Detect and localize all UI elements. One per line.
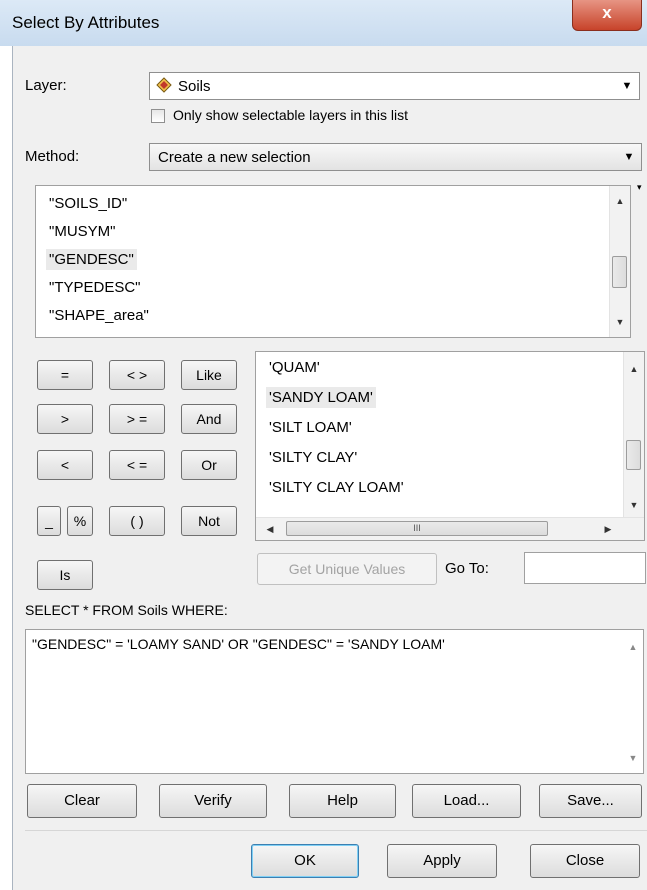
goto-label: Go To: [445, 560, 489, 577]
underscore-button[interactable]: _ [37, 506, 61, 536]
chevron-down-icon: ▼ [623, 151, 635, 163]
parentheses-button[interactable]: ( ) [109, 506, 165, 536]
fields-scrollbar[interactable]: ▲ ▼ [609, 186, 630, 337]
values-list[interactable]: 'QUAM' 'SANDY LOAM' 'SILT LOAM' 'SILTY C… [255, 351, 645, 541]
and-button[interactable]: And [181, 404, 237, 434]
greater-equal-button[interactable]: > = [109, 404, 165, 434]
value-item[interactable]: 'QUAM' [266, 357, 323, 378]
fields-list[interactable]: "SOILS_ID" "MUSYM" "GENDESC" "TYPEDESC" … [35, 185, 631, 338]
title-bar: Select By Attributes x [0, 0, 647, 46]
scroll-up-icon[interactable]: ▲ [624, 360, 644, 378]
layer-dropdown[interactable]: Soils ▼ [149, 72, 640, 100]
apply-button[interactable]: Apply [387, 844, 497, 878]
layer-value: Soils [178, 78, 211, 95]
method-dropdown[interactable]: Create a new selection ▼ [149, 143, 642, 171]
help-button[interactable]: Help [289, 784, 396, 818]
query-expression-box[interactable]: "GENDESC" = 'LOAMY SAND' OR "GENDESC" = … [25, 629, 644, 774]
field-item[interactable]: "SOILS_ID" [46, 193, 130, 214]
values-hscrollbar[interactable]: ◀ III ▶ [256, 517, 644, 540]
goto-input[interactable] [524, 552, 646, 584]
value-item[interactable]: 'SILTY CLAY LOAM' [266, 477, 407, 498]
equals-button[interactable]: = [37, 360, 93, 390]
field-item[interactable]: "SHAPE_area" [46, 305, 152, 326]
not-button[interactable]: Not [181, 506, 237, 536]
close-button[interactable]: Close [530, 844, 640, 878]
ok-button[interactable]: OK [251, 844, 359, 878]
close-window-button[interactable]: x [572, 0, 642, 31]
clear-button[interactable]: Clear [27, 784, 137, 818]
value-item-selected[interactable]: 'SANDY LOAM' [266, 387, 376, 408]
window-title: Select By Attributes [12, 13, 160, 32]
scroll-down-icon[interactable]: ▼ [624, 496, 644, 514]
dialog-body: Layer: Soils ▼ Only show selectable laye… [12, 46, 647, 890]
layer-label: Layer: [25, 77, 67, 94]
save-button[interactable]: Save... [539, 784, 642, 818]
not-equals-button[interactable]: < > [109, 360, 165, 390]
less-equal-button[interactable]: < = [109, 450, 165, 480]
hscroll-grip: III [413, 523, 421, 533]
field-item[interactable]: "MUSYM" [46, 221, 118, 242]
values-vscrollbar[interactable]: ▲ ▼ [623, 352, 644, 518]
method-value: Create a new selection [158, 149, 311, 166]
scroll-thumb[interactable] [612, 256, 627, 288]
scroll-down-icon[interactable]: ▼ [623, 749, 643, 767]
query-expression: "GENDESC" = 'LOAMY SAND' OR "GENDESC" = … [32, 636, 445, 652]
only-selectable-checkbox[interactable] [151, 109, 165, 123]
less-than-button[interactable]: < [37, 450, 93, 480]
only-selectable-label: Only show selectable layers in this list [173, 107, 408, 123]
load-button[interactable]: Load... [412, 784, 521, 818]
scroll-down-icon[interactable]: ▼ [610, 313, 630, 331]
list-resize-icon: ▾ [637, 182, 642, 192]
scroll-thumb[interactable] [626, 440, 641, 470]
scroll-left-icon[interactable]: ◀ [260, 520, 280, 538]
chevron-down-icon: ▼ [621, 80, 633, 92]
value-item[interactable]: 'SILTY CLAY' [266, 447, 360, 468]
scroll-right-icon[interactable]: ▶ [598, 520, 618, 538]
or-button[interactable]: Or [181, 450, 237, 480]
greater-than-button[interactable]: > [37, 404, 93, 434]
percent-button[interactable]: % [67, 506, 93, 536]
is-button[interactable]: Is [37, 560, 93, 590]
query-scrollbar[interactable]: ▲ ▼ [623, 630, 643, 773]
field-item-selected[interactable]: "GENDESC" [46, 249, 137, 270]
like-button[interactable]: Like [181, 360, 237, 390]
polygon-layer-icon [156, 77, 172, 93]
value-item[interactable]: 'SILT LOAM' [266, 417, 355, 438]
method-label: Method: [25, 148, 80, 165]
scroll-up-icon[interactable]: ▲ [623, 638, 643, 656]
scroll-up-icon[interactable]: ▲ [610, 192, 630, 210]
separator [25, 830, 647, 831]
field-item[interactable]: "TYPEDESC" [46, 277, 144, 298]
close-icon: x [602, 3, 612, 22]
get-unique-values-button[interactable]: Get Unique Values [257, 553, 437, 585]
query-label: SELECT * FROM Soils WHERE: [25, 602, 228, 618]
hscroll-thumb[interactable]: III [286, 521, 548, 536]
verify-button[interactable]: Verify [159, 784, 267, 818]
